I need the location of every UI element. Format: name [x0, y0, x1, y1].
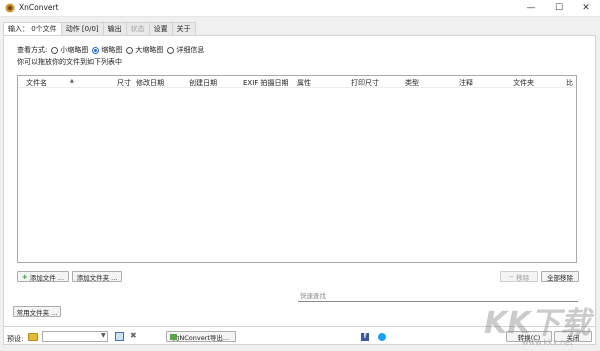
folder-icon[interactable] [28, 333, 38, 341]
remove-all-button[interactable]: 全部移除 [541, 271, 579, 282]
file-list[interactable] [17, 75, 577, 263]
twitter-icon[interactable] [378, 333, 386, 341]
view-mode-row: 查看方式: 小缩略图 缩略图 大缩略图 详细信息 [17, 45, 204, 55]
column-size[interactable]: 尺寸 [117, 78, 131, 88]
remove-button: − 移除 [500, 271, 538, 282]
export-label: 为NConvert导出... [172, 333, 230, 342]
sort-up-icon: ▲ [70, 78, 74, 84]
tab-actions[interactable]: 动作 [0/0] [60, 22, 104, 35]
chevron-down-icon: ▼ [101, 332, 106, 339]
maximize-button[interactable]: ☐ [547, 0, 571, 17]
preset-label: 预设: [7, 335, 24, 343]
watermark-logo: KK下载 [484, 306, 591, 341]
add-folder-label: 添加文件夹 ... [76, 273, 118, 282]
tab-settings[interactable]: 设置 [148, 22, 173, 35]
column-attributes[interactable]: 属性 [297, 78, 311, 88]
add-file-button[interactable]: + 添加文件 ... [17, 271, 69, 282]
window-title: XnConvert [19, 3, 59, 12]
column-comment[interactable]: 注释 [459, 78, 473, 88]
tab-status: 状态 [125, 22, 150, 35]
column-created-date[interactable]: 创建日期 [189, 78, 217, 88]
xnconvert-app-icon [5, 3, 15, 13]
column-filename[interactable]: 文件名 [26, 78, 47, 88]
tab-about[interactable]: 关于 [171, 22, 196, 35]
radio-small-thumbnails[interactable]: 小缩略图 [51, 45, 88, 55]
radio-label: 缩略图 [101, 46, 123, 54]
radio-circle-icon [126, 46, 134, 54]
tab-output[interactable]: 输出 [102, 22, 127, 35]
column-exif-date[interactable]: EXIF 拍摄日期 [243, 78, 289, 88]
radio-selected-icon [92, 46, 100, 54]
radio-circle-icon [167, 46, 175, 54]
tools-icon[interactable]: ✖ [130, 331, 137, 340]
watermark-url: www.kkx.net [522, 338, 574, 347]
remove-label: 移除 [516, 273, 530, 282]
add-file-label: 添加文件 ... [29, 273, 65, 282]
drop-hint: 你可以拖放你的文件到如下列表中 [17, 58, 122, 66]
radio-label: 小缩略图 [60, 46, 89, 54]
title-bar [0, 0, 600, 17]
script-icon [170, 334, 177, 340]
main-tabs: 输入： 0个文件 动作 [0/0] 输出 状态 设置 关于 [3, 22, 196, 36]
plus-icon: + [21, 272, 28, 281]
minus-icon: − [508, 272, 515, 281]
column-type[interactable]: 类型 [405, 78, 419, 88]
common-folder-label: 常用文件夹 ... [16, 308, 58, 317]
radio-circle-icon [51, 46, 59, 54]
add-folder-button[interactable]: 添加文件夹 ... [72, 271, 122, 282]
column-ratio[interactable]: 比 [566, 78, 573, 88]
radio-label: 大缩略图 [135, 46, 164, 54]
remove-all-label: 全部移除 [547, 273, 573, 282]
minimize-button[interactable]: — [519, 0, 543, 17]
radio-thumbnails[interactable]: 缩略图 [92, 45, 122, 55]
facebook-icon[interactable]: f [361, 333, 369, 341]
radio-large-thumbnails[interactable]: 大缩略图 [126, 45, 163, 55]
close-window-button[interactable]: ✕ [574, 0, 598, 17]
radio-details[interactable]: 详细信息 [167, 45, 204, 55]
preset-select[interactable] [42, 331, 108, 342]
column-modified-date[interactable]: 修改日期 [136, 78, 164, 88]
view-mode-label: 查看方式: [17, 46, 48, 54]
save-icon[interactable] [115, 332, 124, 341]
column-folder[interactable]: 文件夹 [513, 78, 534, 88]
common-folder-button[interactable]: 常用文件夹 ... [13, 306, 61, 317]
radio-label: 详细信息 [176, 46, 205, 54]
column-print-size[interactable]: 打印尺寸 [351, 78, 379, 88]
tab-input[interactable]: 输入： 0个文件 [3, 22, 62, 36]
